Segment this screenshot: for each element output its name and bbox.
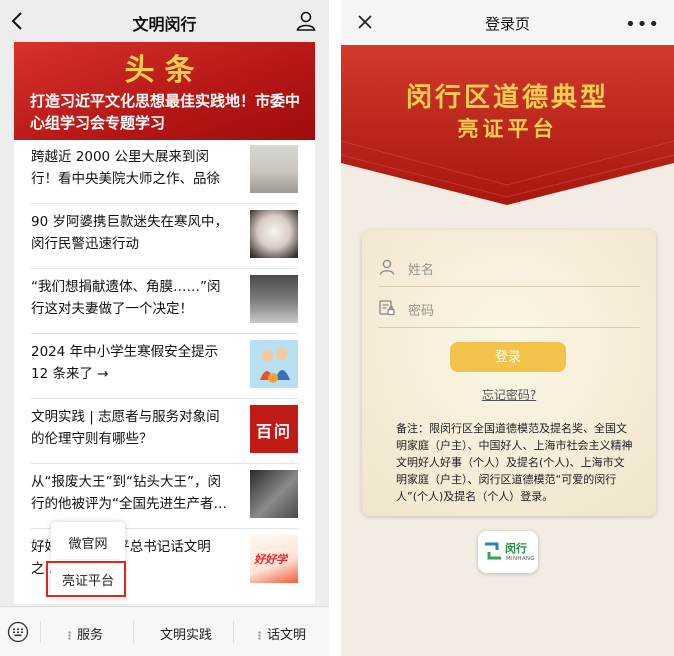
logo-text: 闵行 <box>505 542 527 555</box>
hero-banner: 闵行区道德典型 亮证平台 <box>341 45 674 205</box>
password-icon <box>379 300 395 316</box>
page-title: 登录页 <box>484 15 530 33</box>
minhang-logo: 闵行 MINHANG <box>478 531 538 573</box>
article-title: 2024 年中小学生寒假安全提示 12 条来了 → <box>31 344 219 382</box>
tab-label: 文明实践 <box>160 628 213 643</box>
eligibility-note: 备注：限闵行区全国道德模范及提名奖、全国文明家庭（户主）、中国好人、上海市社会主… <box>396 422 633 503</box>
submenu-dots-icon <box>68 631 71 640</box>
tab-hua-wenming[interactable]: 话文明 <box>258 624 306 643</box>
list-item[interactable]: 2024 年中小学生寒假安全提示 12 条来了 → <box>14 335 315 399</box>
tab-label: 话文明 <box>267 628 307 643</box>
list-item[interactable]: 跨越近 2000 公里大展来到闵行！看中央美院大师之作、品徐悲… <box>14 140 315 204</box>
user-icon[interactable] <box>295 10 317 32</box>
highlight-box <box>46 561 126 597</box>
user-icon <box>379 259 395 275</box>
cartoon-kids-illustration <box>260 348 290 383</box>
divider <box>233 621 234 643</box>
list-item[interactable]: 文明实践 | 志愿者与服务对象间的伦理守则有哪些？ 百问 <box>14 400 315 464</box>
divider <box>31 398 298 399</box>
article-title: 跨越近 2000 公里大展来到闵行！看中央美院大师之作、品徐悲… <box>31 149 220 187</box>
couple-photo-thumbnail <box>250 275 298 323</box>
wechat-account-screen: 文明闵行 头条 打造习近平文化思想最佳实践地！市委中心组学习会专题学习 跨越近 … <box>0 0 329 656</box>
top-nav-bar: 文明闵行 <box>0 0 329 42</box>
headline-banner[interactable]: 头条 打造习近平文化思想最佳实践地！市委中心组学习会专题学习 <box>14 42 315 140</box>
divider <box>31 463 298 464</box>
baiwen-thumbnail: 百问 <box>250 405 298 453</box>
divider <box>31 203 298 204</box>
minhang-logo-mark <box>485 542 501 560</box>
login-button[interactable]: 登录 <box>450 342 566 372</box>
logo-subtext: MINHANG <box>506 556 535 562</box>
article-feed: 头条 打造习近平文化思想最佳实践地！市委中心组学习会专题学习 跨越近 2000 … <box>14 42 315 604</box>
forgot-password-link[interactable]: 忘记密码? <box>362 386 656 403</box>
tab-fuwu[interactable]: 服务 <box>68 624 103 643</box>
list-item[interactable]: “我们想捐献遗体、角膜……”闵行这对夫妻做了一个决定！ <box>14 270 315 334</box>
screenshot-stage: 文明闵行 头条 打造习近平文化思想最佳实践地！市委中心组学习会专题学习 跨越近 … <box>0 0 674 656</box>
page-title: 文明闵行 <box>132 15 197 34</box>
article-title: 文明实践 | 志愿者与服务对象间的伦理守则有哪些？ <box>31 409 220 447</box>
password-placeholder: 密码 <box>408 304 435 319</box>
top-nav-bar: 登录页 ••• <box>341 0 674 45</box>
name-field[interactable]: 姓名 <box>378 247 640 287</box>
divider <box>40 621 41 643</box>
hero-title: 闵行区道德典型 <box>405 83 609 113</box>
login-screen: 登录页 ••• 闵行区道德典型 亮证平台 姓名 密码 登录 忘记密码? 备注：限… <box>341 0 674 656</box>
more-icon[interactable]: ••• <box>625 14 660 35</box>
thumbnail-text: 百问 <box>255 422 292 441</box>
name-placeholder: 姓名 <box>408 263 435 278</box>
thumbnail-text: 好好学 <box>254 553 287 566</box>
article-title: 从“报废大王”到“钻头大王”，闵行的他被评为“全国先进生产者… <box>31 474 227 512</box>
article-title: 90 岁阿婆携巨款迷失在寒风中，闵行民警迅速行动 <box>31 214 228 252</box>
cartoon-kids-thumbnail <box>250 340 298 388</box>
keyboard-icon[interactable] <box>7 621 29 643</box>
divider <box>133 621 134 643</box>
article-title: “我们想捐献遗体、角膜……”闵行这对夫妻做了一个决定！ <box>31 279 221 317</box>
divider <box>57 559 119 560</box>
banner-headline: 打造习近平文化思想最佳实践地！市委中心组学习会专题学习 <box>30 92 301 132</box>
hero-subtitle: 亮证平台 <box>457 116 558 141</box>
submenu-dots-icon <box>258 631 261 640</box>
worker-photo-thumbnail <box>250 470 298 518</box>
divider <box>31 333 298 334</box>
list-item[interactable]: 90 岁阿婆携巨款迷失在寒风中，闵行民警迅速行动 <box>14 205 315 269</box>
gallery-photo-thumbnail <box>250 145 298 193</box>
submenu-item-weiguanwang[interactable]: 微官网 <box>51 533 125 552</box>
list-item[interactable]: 从“报废大王”到“钻头大王”，闵行的他被评为“全国先进生产者… <box>14 465 315 529</box>
password-field[interactable]: 密码 <box>378 288 640 328</box>
banner-tag: 头条 <box>124 53 205 88</box>
bottom-menu-bar: 服务 文明实践 话文明 <box>0 606 329 656</box>
login-card: 姓名 密码 登录 忘记密码? 备注：限闵行区全国道德模范及提名奖、全国文明家庭（… <box>362 230 656 516</box>
haohaoxue-thumbnail: 好好学 <box>250 535 298 583</box>
divider <box>31 268 298 269</box>
tab-wenming-shijian[interactable]: 文明实践 <box>160 624 212 643</box>
cash-photo-thumbnail <box>250 210 298 258</box>
tab-label: 服务 <box>77 628 104 643</box>
